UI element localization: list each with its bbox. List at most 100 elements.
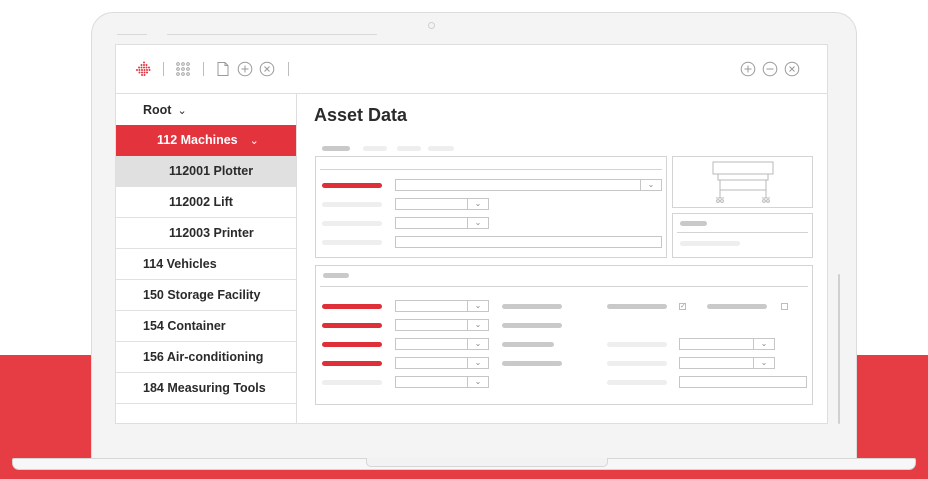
tab[interactable]: [397, 146, 421, 151]
tree-item-air-conditioning[interactable]: 156 Air-conditioning: [116, 342, 296, 373]
chevron-down-icon: ⌄: [467, 358, 488, 368]
asset-info-panel: [672, 213, 813, 258]
plus-circle-icon[interactable]: [237, 61, 253, 77]
chevron-down-icon: ⌄: [753, 358, 774, 368]
field-label: [607, 342, 667, 347]
tree-item-label: 112003 Printer: [169, 226, 254, 240]
tree-item-label: Root: [143, 103, 172, 117]
dropdown-field[interactable]: ⌄: [395, 217, 489, 229]
lid-line: [117, 34, 147, 35]
toolbar: [116, 45, 827, 94]
details-panel: ⌄ ✓ ⌄ ⌄ ⌄ ⌄ ⌄ ⌄: [315, 265, 813, 405]
screen-edge: [838, 274, 840, 424]
tree-item-label: 184 Measuring Tools: [143, 381, 266, 395]
camera-icon: [428, 22, 435, 29]
divider: [677, 232, 808, 233]
tree-item-vehicles[interactable]: 114 Vehicles: [116, 249, 296, 280]
option-label: [707, 304, 767, 309]
grid-icon[interactable]: [175, 61, 191, 77]
tree-item-root[interactable]: Root ⌄: [116, 95, 296, 126]
value-text: [502, 361, 562, 366]
value-text: [502, 323, 562, 328]
tree-item-label: 150 Storage Facility: [143, 288, 261, 302]
toolbar-separator: [288, 62, 289, 76]
tree-item-label: 112001 Plotter: [169, 164, 254, 178]
lid-line: [167, 34, 377, 35]
tree-item-lift[interactable]: 112002 Lift: [116, 187, 296, 218]
laptop-notch: [366, 458, 608, 467]
tree-item-label: 156 Air-conditioning: [143, 350, 264, 364]
laptop-base: [12, 458, 916, 470]
diamond-logo-icon: [136, 61, 151, 76]
value-text: [502, 342, 554, 347]
divider: [320, 169, 662, 170]
tree-item-machines[interactable]: 112 Machines ⌄: [116, 125, 296, 156]
tree-item-storage-facility[interactable]: 150 Storage Facility: [116, 280, 296, 311]
chevron-down-icon: ⌄: [467, 377, 488, 387]
chevron-down-icon: ⌄: [467, 218, 488, 228]
plus-circle-icon[interactable]: [740, 61, 756, 77]
tree-item-label: 114 Vehicles: [143, 257, 217, 271]
chevron-down-icon[interactable]: ⌄: [177, 96, 186, 126]
dropdown-field[interactable]: ⌄: [679, 338, 775, 350]
document-icon[interactable]: [215, 61, 231, 77]
chevron-down-icon: ⌄: [467, 199, 488, 209]
asset-image-panel: [672, 156, 813, 208]
divider: [320, 286, 808, 287]
info-heading: [680, 221, 707, 226]
field-label: [607, 380, 667, 385]
dropdown-field[interactable]: ⌄: [395, 198, 489, 210]
tree-item-plotter[interactable]: 112001 Plotter: [116, 156, 296, 187]
text-field[interactable]: [395, 236, 662, 248]
chevron-down-icon: ⌄: [753, 339, 774, 349]
field-label: [322, 380, 382, 385]
field-label-required: [322, 183, 382, 188]
field-label: [607, 361, 667, 366]
section-heading: [323, 273, 349, 278]
tree-item-label: 112 Machines: [157, 133, 238, 147]
chevron-down-icon: ⌄: [467, 320, 488, 330]
field-label-required: [322, 342, 382, 347]
dropdown-field[interactable]: ⌄: [395, 300, 489, 312]
field-label-required: [322, 361, 382, 366]
toolbar-separator: [203, 62, 204, 76]
option-label: [607, 304, 667, 309]
toolbar-separator: [163, 62, 164, 76]
tab[interactable]: [363, 146, 387, 151]
value-text: [502, 304, 562, 309]
dropdown-field[interactable]: ⌄: [395, 179, 662, 191]
x-circle-icon[interactable]: [784, 61, 800, 77]
tree-item-measuring-tools[interactable]: 184 Measuring Tools: [116, 373, 296, 404]
chevron-down-icon: ⌄: [640, 180, 661, 190]
field-label: [322, 240, 382, 245]
page-title: Asset Data: [314, 105, 408, 125]
tree-item-printer[interactable]: 112003 Printer: [116, 218, 296, 249]
x-circle-icon[interactable]: [259, 61, 275, 77]
dropdown-field[interactable]: ⌄: [395, 357, 489, 369]
dropdown-field[interactable]: ⌄: [395, 376, 489, 388]
text-field[interactable]: [679, 376, 807, 388]
checkbox-checked[interactable]: ✓: [679, 303, 686, 310]
form-panel: ⌄ ⌄ ⌄: [315, 156, 667, 258]
info-line: [680, 241, 740, 246]
tree-item-label: 154 Container: [143, 319, 226, 333]
field-label: [322, 202, 382, 207]
dropdown-field[interactable]: ⌄: [395, 319, 489, 331]
plotter-image-icon: [712, 161, 774, 203]
checkbox[interactable]: [781, 303, 788, 310]
tab[interactable]: [428, 146, 454, 151]
app-window: Root ⌄ 112 Machines ⌄ 112001 Plotter 11200…: [115, 44, 828, 424]
field-label-required: [322, 323, 382, 328]
asset-tree: Root ⌄ 112 Machines ⌄ 112001 Plotter 11200…: [116, 93, 297, 423]
tree-item-container[interactable]: 154 Container: [116, 311, 296, 342]
tab-active[interactable]: [322, 146, 350, 151]
chevron-down-icon[interactable]: ⌄: [250, 126, 259, 156]
dropdown-field[interactable]: ⌄: [679, 357, 775, 369]
chevron-down-icon: ⌄: [467, 301, 488, 311]
tree-item-label: 112002 Lift: [169, 195, 233, 209]
field-label-required: [322, 304, 382, 309]
chevron-down-icon: ⌄: [467, 339, 488, 349]
dropdown-field[interactable]: ⌄: [395, 338, 489, 350]
minus-circle-icon[interactable]: [762, 61, 778, 77]
field-label: [322, 221, 382, 226]
